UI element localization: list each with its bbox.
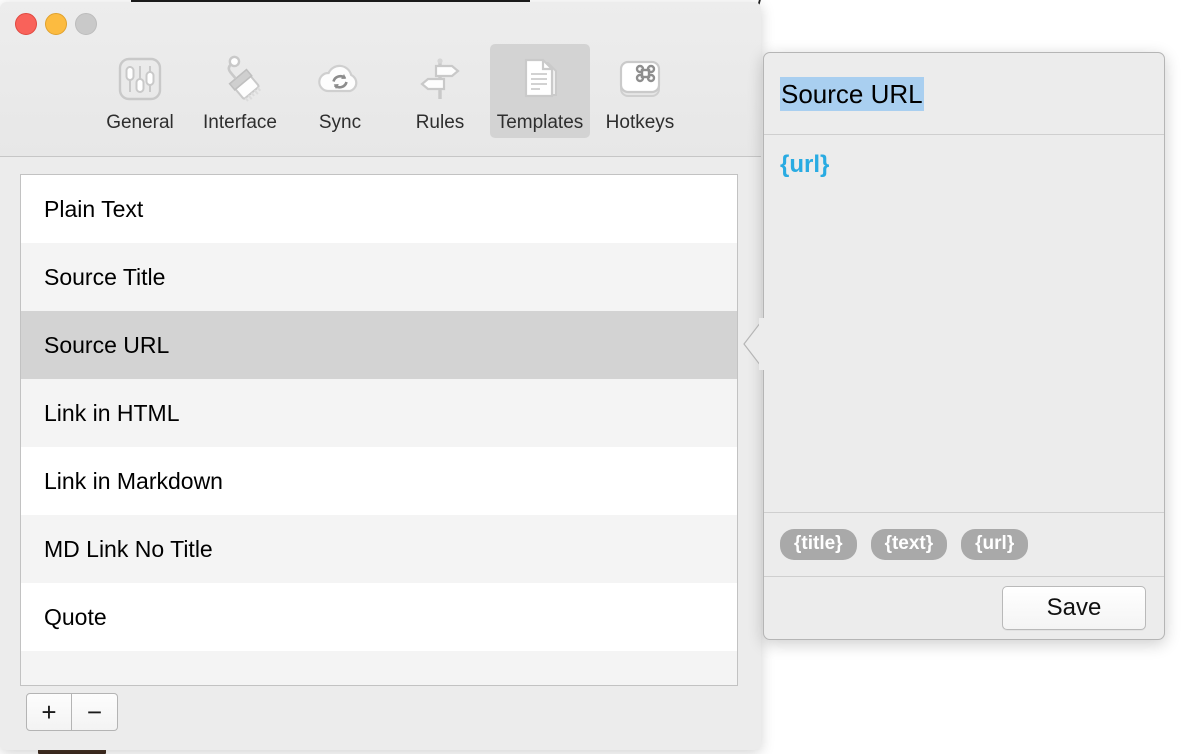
list-item-selected[interactable]: Source URL [21, 311, 737, 379]
template-content-value: {url} [780, 151, 830, 178]
list-item-label: Plain Text [44, 195, 144, 222]
minimize-button-icon[interactable] [45, 13, 67, 35]
preferences-window: General Interface Sync Rules Templates H… [0, 2, 761, 750]
toolbar-item-general[interactable]: General [90, 44, 190, 138]
toolbar-item-rules[interactable]: Rules [390, 44, 490, 138]
token-chip-title[interactable]: {title} [780, 529, 857, 560]
sliders-icon [111, 50, 169, 108]
token-palette: {title} {text} {url} [764, 513, 1164, 577]
save-button[interactable]: Save [1002, 586, 1146, 630]
traffic-light-group [15, 13, 97, 35]
token-chip-text[interactable]: {text} [870, 529, 948, 560]
zoom-button-icon[interactable] [75, 13, 97, 35]
toolbar-item-general-label: General [106, 112, 174, 133]
list-item[interactable]: Link in Markdown [21, 447, 737, 515]
add-template-button[interactable]: + [26, 693, 72, 731]
remove-template-button[interactable]: − [72, 693, 118, 731]
list-item-label: Source URL [44, 331, 170, 358]
toolbar-item-sync-label: Sync [318, 112, 362, 133]
templates-list[interactable]: Plain Text Source Title Source URL Link … [20, 174, 738, 686]
toolbar-item-interface-label: Interface [203, 112, 277, 133]
screen-root: / [0, 0, 1200, 754]
toolbar-item-interface[interactable]: Interface [190, 44, 290, 138]
minus-icon: − [86, 697, 103, 727]
command-key-icon [611, 50, 669, 108]
window-titlebar: General Interface Sync Rules Templates H… [0, 2, 761, 157]
list-item-label: Quote [44, 603, 107, 630]
token-chip-url[interactable]: {url} [961, 529, 1029, 560]
preferences-toolbar: General Interface Sync Rules Templates H… [90, 44, 690, 138]
signpost-icon [411, 50, 469, 108]
toolbar-item-templates-label: Templates [496, 112, 584, 133]
template-name-input[interactable]: Source URL [764, 53, 1164, 135]
list-item-label: Link in HTML [44, 399, 180, 426]
template-content-editor[interactable]: {url} [764, 135, 1164, 513]
documents-icon [511, 50, 569, 108]
popover-tail-icon [742, 316, 765, 372]
template-name-value: Source URL [780, 76, 924, 111]
list-item-label: MD Link No Title [44, 535, 213, 562]
save-button-label: Save [1046, 594, 1102, 621]
list-item[interactable]: Plain Text [21, 175, 737, 243]
close-button-icon[interactable] [15, 13, 37, 35]
list-item[interactable]: Quote [21, 583, 737, 651]
list-item[interactable]: MD Link No Title [21, 515, 737, 583]
list-item[interactable]: Link in HTML [21, 379, 737, 447]
cloud-sync-icon [311, 50, 369, 108]
list-empty-area [21, 651, 737, 685]
popover-footer: Save [764, 577, 1164, 639]
list-item-label: Source Title [44, 263, 166, 290]
list-toolbar: + − [26, 693, 118, 731]
toolbar-item-templates[interactable]: Templates [490, 44, 590, 138]
toolbar-item-sync[interactable]: Sync [290, 44, 390, 138]
toolbar-item-rules-label: Rules [415, 112, 465, 133]
plus-icon: + [41, 697, 57, 727]
paintbrush-icon [211, 50, 269, 108]
list-item-label: Link in Markdown [44, 467, 223, 494]
toolbar-item-hotkeys[interactable]: Hotkeys [590, 44, 690, 138]
list-item[interactable]: Source Title [21, 243, 737, 311]
template-editor-popover: Source URL {url} {title} {text} {url} Sa… [763, 52, 1165, 640]
toolbar-item-hotkeys-label: Hotkeys [605, 112, 675, 133]
